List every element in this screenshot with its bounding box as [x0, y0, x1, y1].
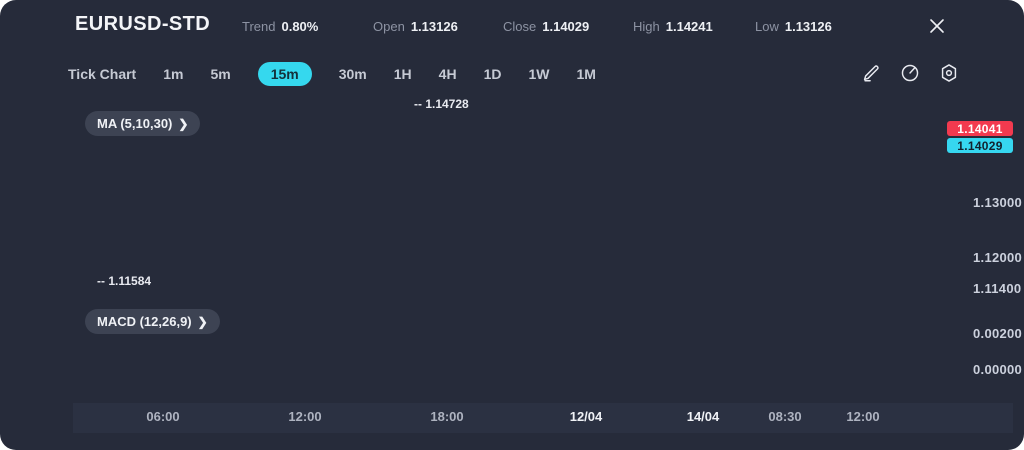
high-price-annotation: -- 1.14728 [414, 97, 469, 111]
timeframe-1m[interactable]: 1m [163, 66, 183, 82]
chevron-right-icon: ❯ [178, 117, 188, 131]
time-axis-date-label: 12/04 [570, 409, 603, 424]
close-icon[interactable] [926, 15, 948, 37]
timeframe-toolbar: Tick Chart 1m 5m 15m 30m 1H 4H 1D 1W 1M [68, 61, 596, 87]
chart-tools [860, 62, 960, 84]
timeframe-1d[interactable]: 1D [484, 66, 502, 82]
stat-high-value: 1.14241 [666, 19, 713, 34]
timeframe-30m[interactable]: 30m [339, 66, 367, 82]
draw-icon[interactable] [860, 62, 882, 84]
close-price-badge: 1.14029 [947, 138, 1013, 153]
gauge-icon[interactable] [899, 62, 921, 84]
timeframe-tick-chart[interactable]: Tick Chart [68, 66, 136, 82]
stat-close-label: Close [503, 19, 536, 34]
timeframe-1w[interactable]: 1W [528, 66, 549, 82]
macd-indicator-label: MACD (12,26,9) [97, 314, 192, 329]
stat-high: High 1.14241 [633, 19, 713, 34]
time-axis-label: 08:30 [768, 409, 801, 424]
stat-open-label: Open [373, 19, 405, 34]
stat-low-label: Low [755, 19, 779, 34]
stat-trend: Trend 0.80% [242, 19, 318, 34]
timeframe-4h[interactable]: 4H [439, 66, 457, 82]
macd-axis-label: 0.00000 [973, 362, 1022, 377]
chevron-right-icon: ❯ [198, 315, 208, 329]
trading-chart-panel: EURUSD-STD Trend 0.80% Open 1.13126 Close 1… [0, 0, 1024, 450]
price-axis-label: 1.12000 [973, 250, 1022, 265]
timeframe-5m[interactable]: 5m [210, 66, 230, 82]
time-axis-label: 12:00 [288, 409, 321, 424]
stat-open: Open 1.13126 [373, 19, 458, 34]
timeframe-1m-month[interactable]: 1M [576, 66, 595, 82]
macd-indicator-badge[interactable]: MACD (12,26,9) ❯ [85, 309, 220, 334]
time-axis-label: 12:00 [846, 409, 879, 424]
stat-low-value: 1.13126 [785, 19, 832, 34]
timeframe-15m-selected[interactable]: 15m [258, 62, 312, 86]
time-axis-date-label: 14/04 [687, 409, 720, 424]
settings-icon[interactable] [938, 62, 960, 84]
macd-axis-label: 0.00200 [973, 326, 1022, 341]
low-price-annotation: -- 1.11584 [97, 274, 151, 288]
time-axis-label: 06:00 [146, 409, 179, 424]
stat-close: Close 1.14029 [503, 19, 589, 34]
stat-high-label: High [633, 19, 660, 34]
ma-indicator-badge[interactable]: MA (5,10,30) ❯ [85, 111, 200, 136]
ma-indicator-label: MA (5,10,30) [97, 116, 172, 131]
stat-trend-label: Trend [242, 19, 275, 34]
ask-price-badge: 1.14041 [947, 121, 1013, 136]
page-background: EURUSD-STD Trend 0.80% Open 1.13126 Close 1… [0, 0, 1024, 450]
price-axis-label: 1.13000 [973, 195, 1022, 210]
price-axis-label: 1.11400 [973, 281, 1021, 296]
stat-trend-value: 0.80% [281, 19, 318, 34]
time-axis-label: 18:00 [430, 409, 463, 424]
timeframe-1h[interactable]: 1H [394, 66, 412, 82]
stat-close-value: 1.14029 [542, 19, 589, 34]
stat-open-value: 1.13126 [411, 19, 458, 34]
symbol-title: EURUSD-STD [75, 13, 210, 36]
stat-low: Low 1.13126 [755, 19, 832, 34]
